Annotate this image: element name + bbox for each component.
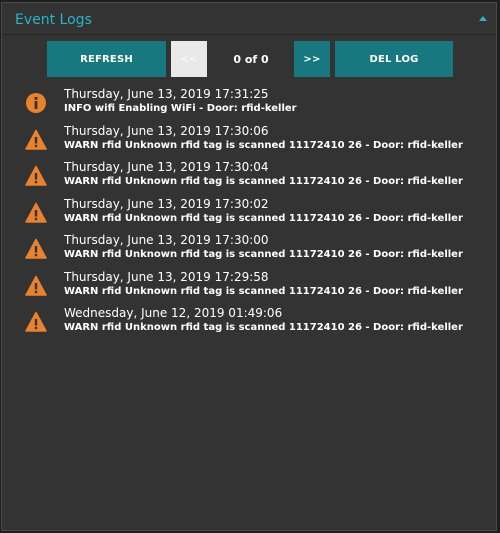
log-entry-text: Thursday, June 13, 2019 17:30:04 WARN rf…: [64, 160, 463, 188]
previous-page-button[interactable]: <<: [171, 41, 207, 77]
log-list: Thursday, June 13, 2019 17:31:25 INFO wi…: [2, 87, 496, 343]
log-entry-text: Wednesday, June 12, 2019 01:49:06 WARN r…: [64, 306, 463, 334]
panel-header: Event Logs: [2, 3, 496, 35]
warning-icon: [25, 129, 47, 151]
log-entry-text: Thursday, June 13, 2019 17:29:58 WARN rf…: [64, 270, 463, 298]
panel-title: Event Logs: [15, 12, 92, 28]
log-timestamp: Thursday, June 13, 2019 17:30:02: [64, 196, 269, 211]
log-timestamp: Wednesday, June 12, 2019 01:49:06: [64, 306, 283, 320]
warning-icon: [25, 238, 47, 260]
log-entry: Thursday, June 13, 2019 17:29:58 WARN rf…: [2, 270, 496, 307]
log-message: WARN rfid Unknown rfid tag is scanned 11…: [64, 322, 463, 333]
log-entry-text: Thursday, June 13, 2019 17:30:02 WARN rf…: [64, 197, 463, 225]
log-entry: Thursday, June 13, 2019 17:30:04 WARN rf…: [2, 160, 496, 197]
log-toolbar: REFRESH << 0 of 0 >> DEL LOG: [2, 41, 496, 77]
log-entry-text: Thursday, June 13, 2019 17:31:25 INFO wi…: [64, 87, 297, 115]
log-timestamp: Thursday, June 13, 2019 17:30:00: [64, 233, 269, 247]
chevron-up-icon[interactable]: [479, 16, 487, 21]
log-message: WARN rfid Unknown rfid tag is scanned 11…: [64, 212, 463, 224]
log-entry: Thursday, June 13, 2019 17:30:06 WARN rf…: [2, 124, 496, 161]
refresh-button[interactable]: REFRESH: [47, 41, 166, 77]
log-timestamp: Thursday, June 13, 2019 17:30:04: [64, 160, 269, 174]
log-entry-text: Thursday, June 13, 2019 17:30:00 WARN rf…: [64, 233, 463, 261]
log-message: WARN rfid Unknown rfid tag is scanned 11…: [64, 249, 463, 260]
warning-icon: [25, 202, 47, 224]
log-entry: Thursday, June 13, 2019 17:30:00 WARN rf…: [2, 233, 496, 270]
log-timestamp: Thursday, June 13, 2019 17:31:25: [64, 87, 269, 101]
warning-icon: [25, 275, 47, 297]
warning-icon: [25, 165, 47, 187]
log-timestamp: Thursday, June 13, 2019 17:30:06: [64, 123, 269, 138]
warning-icon: [25, 311, 47, 333]
log-entry: Thursday, June 13, 2019 17:31:25 INFO wi…: [2, 87, 496, 124]
log-entry: Thursday, June 13, 2019 17:30:02 WARN rf…: [2, 197, 496, 234]
log-message: WARN rfid Unknown rfid tag is scanned 11…: [64, 285, 463, 297]
event-logs-panel: Event Logs REFRESH << 0 of 0 >> DEL LOG …: [1, 2, 497, 531]
log-entry-text: Thursday, June 13, 2019 17:30:06 WARN rf…: [64, 124, 463, 152]
delete-log-button[interactable]: DEL LOG: [335, 41, 453, 77]
log-timestamp: Thursday, June 13, 2019 17:29:58: [64, 269, 269, 284]
log-message: INFO wifi Enabling WiFi - Door: rfid-kel…: [64, 103, 297, 114]
log-message: WARN rfid Unknown rfid tag is scanned 11…: [64, 176, 463, 187]
page-counter: 0 of 0: [233, 52, 269, 66]
info-icon: [25, 92, 47, 114]
next-page-button[interactable]: >>: [294, 41, 330, 77]
log-message: WARN rfid Unknown rfid tag is scanned 11…: [64, 139, 463, 151]
log-entry: Wednesday, June 12, 2019 01:49:06 WARN r…: [2, 306, 496, 343]
